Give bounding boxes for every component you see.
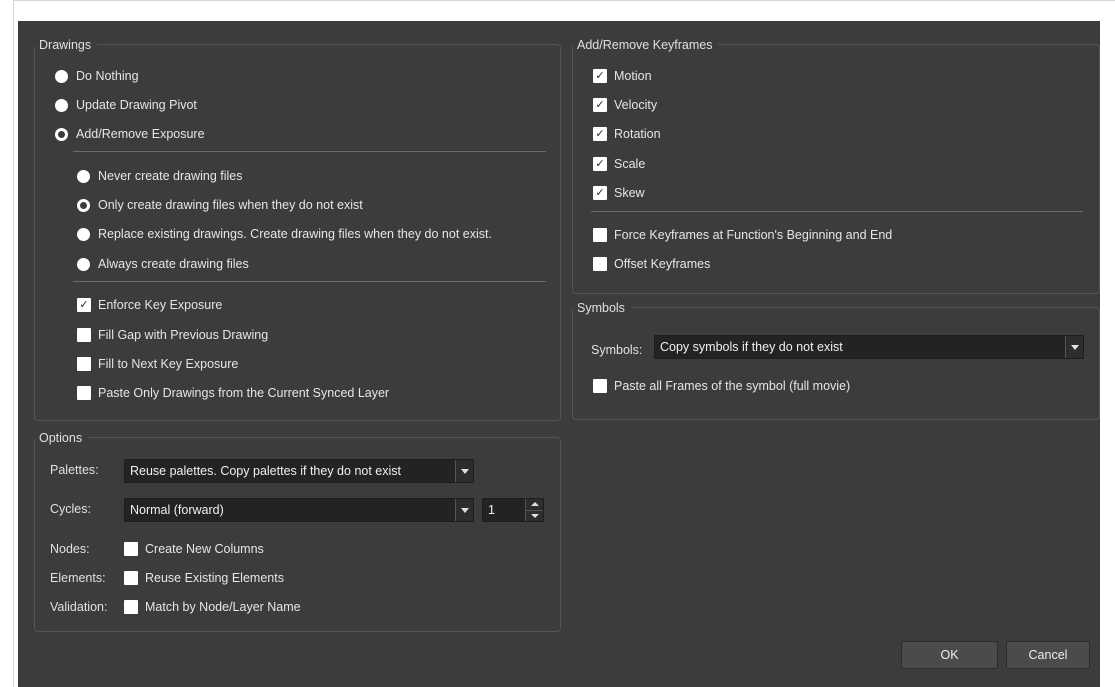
window-top-edge [13, 0, 1115, 1]
radio-only-create[interactable]: Only create drawing files when they do n… [77, 195, 363, 215]
keyframes-separator [591, 211, 1083, 212]
checkbox-empty [77, 357, 91, 371]
check-mark-icon: ✓ [593, 186, 607, 200]
radio-indicator-selected [55, 127, 68, 141]
check-match-by-name[interactable]: Match by Node/Layer Name [124, 597, 301, 617]
spin-buttons [525, 499, 543, 521]
check-offset-keyframes[interactable]: Offset Keyframes [593, 254, 710, 274]
check-force-keyframes[interactable]: Force Keyframes at Function's Beginning … [593, 225, 892, 245]
check-rotation[interactable]: ✓ Rotation [593, 124, 661, 144]
validation-label: Validation: [50, 600, 108, 614]
check-paste-only-drawings[interactable]: Paste Only Drawings from the Current Syn… [77, 383, 389, 403]
keyframes-group-title: Add/Remove Keyframes [573, 36, 719, 54]
radio-indicator-selected [77, 198, 90, 212]
options-group-title: Options [35, 429, 89, 447]
check-motion[interactable]: ✓ Motion [593, 66, 652, 86]
radio-update-drawing-pivot[interactable]: Update Drawing Pivot [55, 95, 197, 115]
radio-always-create[interactable]: Always create drawing files [77, 254, 249, 274]
symbols-group-title: Symbols [573, 299, 631, 317]
check-mark-icon: ✓ [593, 69, 607, 83]
cycles-label: Cycles: [50, 502, 91, 516]
checkbox-empty [593, 379, 607, 393]
cycles-count-value: 1 [488, 503, 495, 517]
paste-options-dialog: Drawings Do Nothing Update Drawing Pivot… [18, 21, 1100, 687]
checkbox-empty [77, 328, 91, 342]
radio-indicator [77, 227, 90, 241]
symbols-group: Symbols Symbols: Copy symbols if they do… [572, 299, 1100, 420]
spin-up-icon[interactable] [526, 499, 543, 510]
check-fill-to-next[interactable]: Fill to Next Key Exposure [77, 354, 238, 374]
nodes-label: Nodes: [50, 542, 90, 556]
check-mark-icon: ✓ [593, 157, 607, 171]
radio-add-remove-exposure[interactable]: Add/Remove Exposure [55, 124, 205, 144]
palettes-value: Reuse palettes. Copy palettes if they do… [130, 464, 401, 478]
symbols-label: Symbols: [591, 343, 643, 357]
check-mark-icon: ✓ [593, 98, 607, 112]
radio-do-nothing[interactable]: Do Nothing [55, 66, 139, 86]
radio-never-create[interactable]: Never create drawing files [77, 166, 243, 186]
keyframes-group: Add/Remove Keyframes ✓ Motion ✓ Velocity… [572, 36, 1100, 294]
check-mark-icon: ✓ [593, 127, 607, 141]
window-left-edge [13, 0, 14, 687]
chevron-down-icon [455, 499, 473, 521]
drawings-separator-2 [73, 281, 546, 282]
checkbox-empty [124, 600, 138, 614]
cycles-count-spinbox[interactable]: 1 [482, 498, 544, 522]
radio-replace-existing[interactable]: Replace existing drawings. Create drawin… [77, 224, 492, 244]
cancel-button[interactable]: Cancel [1006, 641, 1090, 669]
radio-indicator [55, 98, 68, 112]
checkbox-empty [593, 228, 607, 242]
check-scale[interactable]: ✓ Scale [593, 154, 645, 174]
elements-label: Elements: [50, 571, 106, 585]
palettes-dropdown[interactable]: Reuse palettes. Copy palettes if they do… [124, 459, 474, 483]
check-skew[interactable]: ✓ Skew [593, 183, 645, 203]
symbols-dropdown[interactable]: Copy symbols if they do not exist [654, 335, 1084, 359]
palettes-label: Palettes: [50, 463, 99, 477]
radio-indicator [77, 257, 90, 271]
chevron-down-icon [455, 460, 473, 482]
check-mark-icon: ✓ [77, 298, 91, 312]
drawings-separator-1 [73, 151, 546, 152]
options-group: Options Palettes: Reuse palettes. Copy p… [34, 429, 561, 632]
checkbox-empty [593, 257, 607, 271]
check-paste-all-frames[interactable]: Paste all Frames of the symbol (full mov… [593, 376, 850, 396]
checkbox-empty [124, 571, 138, 585]
checkbox-empty [124, 542, 138, 556]
ok-button[interactable]: OK [901, 641, 998, 669]
drawings-group-title: Drawings [35, 36, 98, 54]
drawings-group: Drawings Do Nothing Update Drawing Pivot… [34, 36, 561, 421]
spin-down-icon[interactable] [526, 509, 543, 521]
checkbox-empty [77, 386, 91, 400]
radio-indicator [55, 69, 68, 83]
chevron-down-icon [1065, 336, 1083, 358]
check-fill-gap[interactable]: Fill Gap with Previous Drawing [77, 325, 268, 345]
check-velocity[interactable]: ✓ Velocity [593, 95, 657, 115]
radio-indicator [77, 169, 90, 183]
check-create-new-columns[interactable]: Create New Columns [124, 539, 264, 559]
check-reuse-existing-elements[interactable]: Reuse Existing Elements [124, 568, 284, 588]
symbols-value: Copy symbols if they do not exist [660, 340, 843, 354]
check-enforce-key-exposure[interactable]: ✓ Enforce Key Exposure [77, 295, 222, 315]
cycles-value: Normal (forward) [130, 503, 224, 517]
cycles-dropdown[interactable]: Normal (forward) [124, 498, 474, 522]
